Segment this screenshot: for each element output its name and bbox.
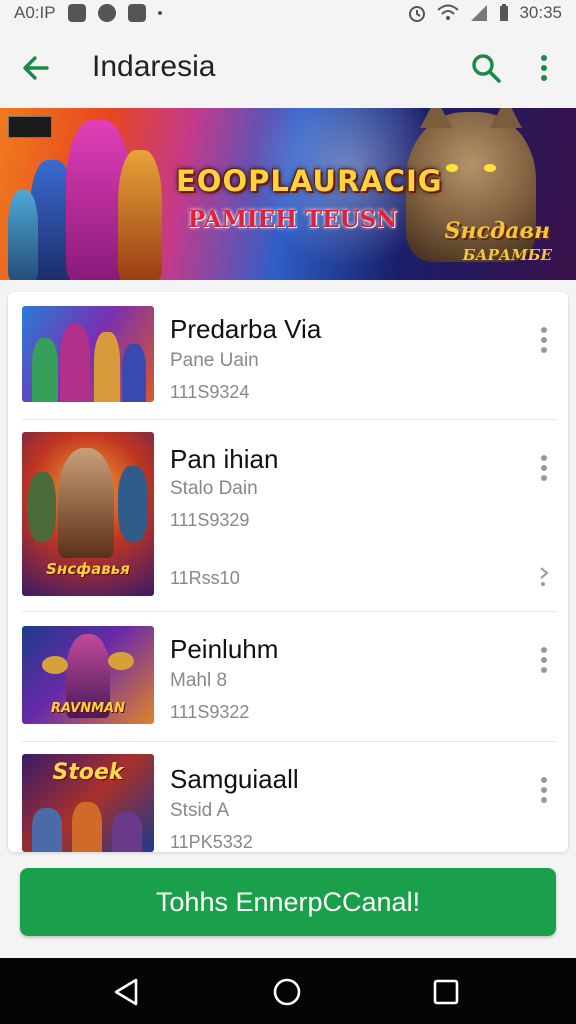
- game-thumbnail: RAVNMAN: [22, 626, 154, 724]
- item-menu-button[interactable]: [530, 448, 558, 488]
- more-vert-icon: [541, 777, 547, 803]
- banner-title: EOOPLAURACIG: [176, 164, 443, 198]
- game-meta: 11PK5332: [170, 832, 253, 852]
- game-title: Pan ihian: [170, 444, 279, 474]
- nav-back-button[interactable]: [108, 974, 144, 1010]
- cat-eye: [446, 164, 458, 172]
- more-vert-icon: [541, 455, 547, 481]
- thumbnail-label: RAVNMAN: [50, 701, 125, 716]
- item-menu-button[interactable]: [530, 640, 558, 680]
- game-meta-secondary: 11Rss10: [170, 568, 240, 588]
- nav-recents-button[interactable]: [428, 974, 464, 1010]
- game-title: Predarba Via: [170, 314, 322, 344]
- screen: A0:IP 30:35 Indaresia EOOPLAURACIG PAMIE…: [0, 0, 576, 1024]
- back-button[interactable]: [16, 48, 56, 88]
- list-item[interactable]: RAVNMAN Peinluhm Mahl 8 111S9322: [8, 612, 568, 742]
- primary-action-button[interactable]: Tohhs EnnerpCCanal!: [20, 868, 556, 936]
- game-list: Predarba Via Pane Uain 111S9324 Sнсфавья…: [8, 292, 568, 852]
- list-item[interactable]: Stoek Samguiaall Stsid A 11PK5332: [8, 742, 568, 852]
- thumbnail-label: Stoek: [52, 760, 124, 785]
- banner-hero-figure: [118, 150, 162, 280]
- banner-logo-text: Sнсдавн: [444, 218, 550, 244]
- circle-app-icon: [97, 4, 116, 22]
- list-item[interactable]: Predarba Via Pane Uain 111S9324: [8, 292, 568, 420]
- status-bar: A0:IP 30:35: [0, 0, 576, 28]
- system-nav-bar: [0, 958, 576, 1024]
- signal-icon: [471, 5, 488, 21]
- promo-banner[interactable]: EOOPLAURACIG PAMIEH TEUSN Sнсдавн БАРАМБ…: [0, 108, 576, 280]
- banner-rating-badge: [8, 116, 52, 138]
- banner-hero-figure: [8, 190, 38, 280]
- list-item[interactable]: Sнсфавья Pan ihian Stalo Dain 111S9329 1…: [8, 420, 568, 612]
- game-subtitle: Pane Uain: [170, 350, 259, 371]
- game-meta: 111S9329: [170, 510, 250, 530]
- alarm-icon: [409, 6, 426, 22]
- game-subtitle: Stsid A: [170, 800, 230, 821]
- image-icon: [127, 4, 146, 22]
- more-vert-icon: [541, 55, 547, 81]
- back-triangle-icon: [114, 978, 138, 1006]
- battery-icon: [500, 4, 509, 21]
- cat-ear: [490, 108, 522, 128]
- status-time: 30:35: [519, 3, 562, 22]
- status-left-text: A0:IP: [14, 3, 56, 22]
- arrow-left-icon: [23, 56, 49, 80]
- cat-eye: [484, 164, 496, 172]
- banner-subtitle: PAMIEH TEUSN: [188, 206, 398, 233]
- game-title: Peinluhm: [170, 634, 279, 664]
- home-circle-icon: [273, 978, 301, 1006]
- search-button[interactable]: [466, 48, 506, 88]
- game-meta: 111S9322: [170, 702, 250, 722]
- game-subtitle: Stalo Dain: [170, 478, 258, 499]
- recents-square-icon: [433, 979, 459, 1005]
- item-menu-button[interactable]: [530, 770, 558, 810]
- game-thumbnail: Sнсфавья: [22, 432, 154, 596]
- game-title: Samguiaall: [170, 764, 299, 794]
- nav-home-button[interactable]: [269, 974, 305, 1010]
- wifi-icon: [437, 4, 460, 20]
- chevron-right-icon: [540, 567, 549, 586]
- item-menu-button[interactable]: [530, 320, 558, 360]
- search-icon: [472, 54, 501, 83]
- more-options-button[interactable]: [524, 48, 564, 88]
- photo-icon: [67, 4, 86, 22]
- notification-dot-icon: [157, 11, 162, 15]
- game-subtitle: Mahl 8: [170, 670, 228, 691]
- game-thumbnail: [22, 306, 154, 402]
- more-vert-icon: [541, 327, 547, 353]
- app-toolbar: Indaresia: [0, 28, 576, 108]
- item-expand-button[interactable]: [530, 556, 558, 596]
- page-title: Indaresia: [92, 50, 216, 83]
- more-vert-icon: [541, 647, 547, 673]
- cat-ear: [420, 108, 452, 128]
- game-meta: 111S9324: [170, 382, 250, 402]
- thumbnail-label: Sнсфавья: [46, 560, 130, 578]
- banner-logo-subtext: БАРАМБЕ: [462, 246, 552, 264]
- game-thumbnail: Stoek: [22, 754, 154, 852]
